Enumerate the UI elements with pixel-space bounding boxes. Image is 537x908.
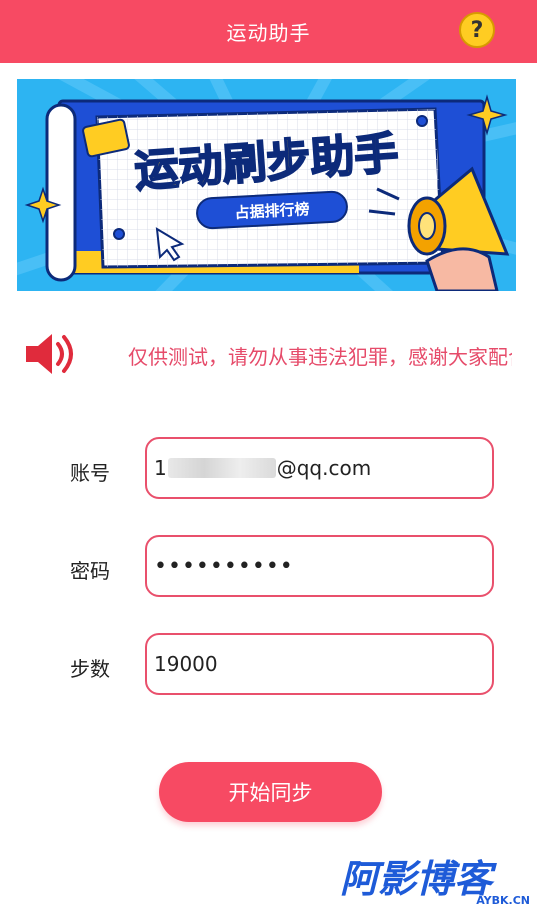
notice-text: 仅供测试，请勿从事违法犯罪，感谢大家配合 — [128, 345, 512, 369]
start-sync-button[interactable]: 开始同步 — [159, 762, 382, 822]
app-title: 运动助手 — [226, 21, 311, 45]
notice-marquee: 仅供测试，请勿从事违法犯罪，感谢大家配合 — [128, 342, 512, 372]
password-label: 密码 — [70, 559, 110, 583]
password-input[interactable]: •••••••••• — [145, 535, 494, 597]
speaker-icon — [26, 334, 73, 374]
watermark-subtext: AYBK.CN — [476, 894, 530, 906]
account-value-suffix: @qq.com — [276, 456, 372, 480]
steps-row: 步数 19000 — [0, 633, 537, 699]
account-row: 账号 1 @qq.com — [0, 437, 537, 503]
account-input[interactable]: 1 @qq.com — [145, 437, 494, 499]
steps-label: 步数 — [70, 657, 110, 681]
watermark-text: 阿影博客 — [340, 857, 497, 901]
steps-input[interactable]: 19000 — [145, 633, 494, 695]
account-value-prefix: 1 — [154, 456, 167, 480]
redacted-mask — [167, 458, 276, 478]
steps-value: 19000 — [154, 652, 218, 676]
help-button[interactable]: ? — [459, 12, 495, 48]
promo-banner: 运动刷步助手 占据排行榜 — [17, 79, 516, 291]
notice-bar: 仅供测试，请勿从事违法犯罪，感谢大家配合 — [0, 322, 537, 386]
watermark-logo: 阿影博客 AYBK.CN — [340, 857, 530, 906]
password-row: 密码 •••••••••• — [0, 535, 537, 601]
question-circle-icon: ? — [470, 17, 484, 43]
banner-illustration: 运动刷步助手 占据排行榜 — [17, 79, 516, 291]
password-value: •••••••••• — [154, 553, 294, 579]
account-label: 账号 — [70, 461, 110, 485]
app-header: 运动助手 ? — [0, 0, 537, 63]
